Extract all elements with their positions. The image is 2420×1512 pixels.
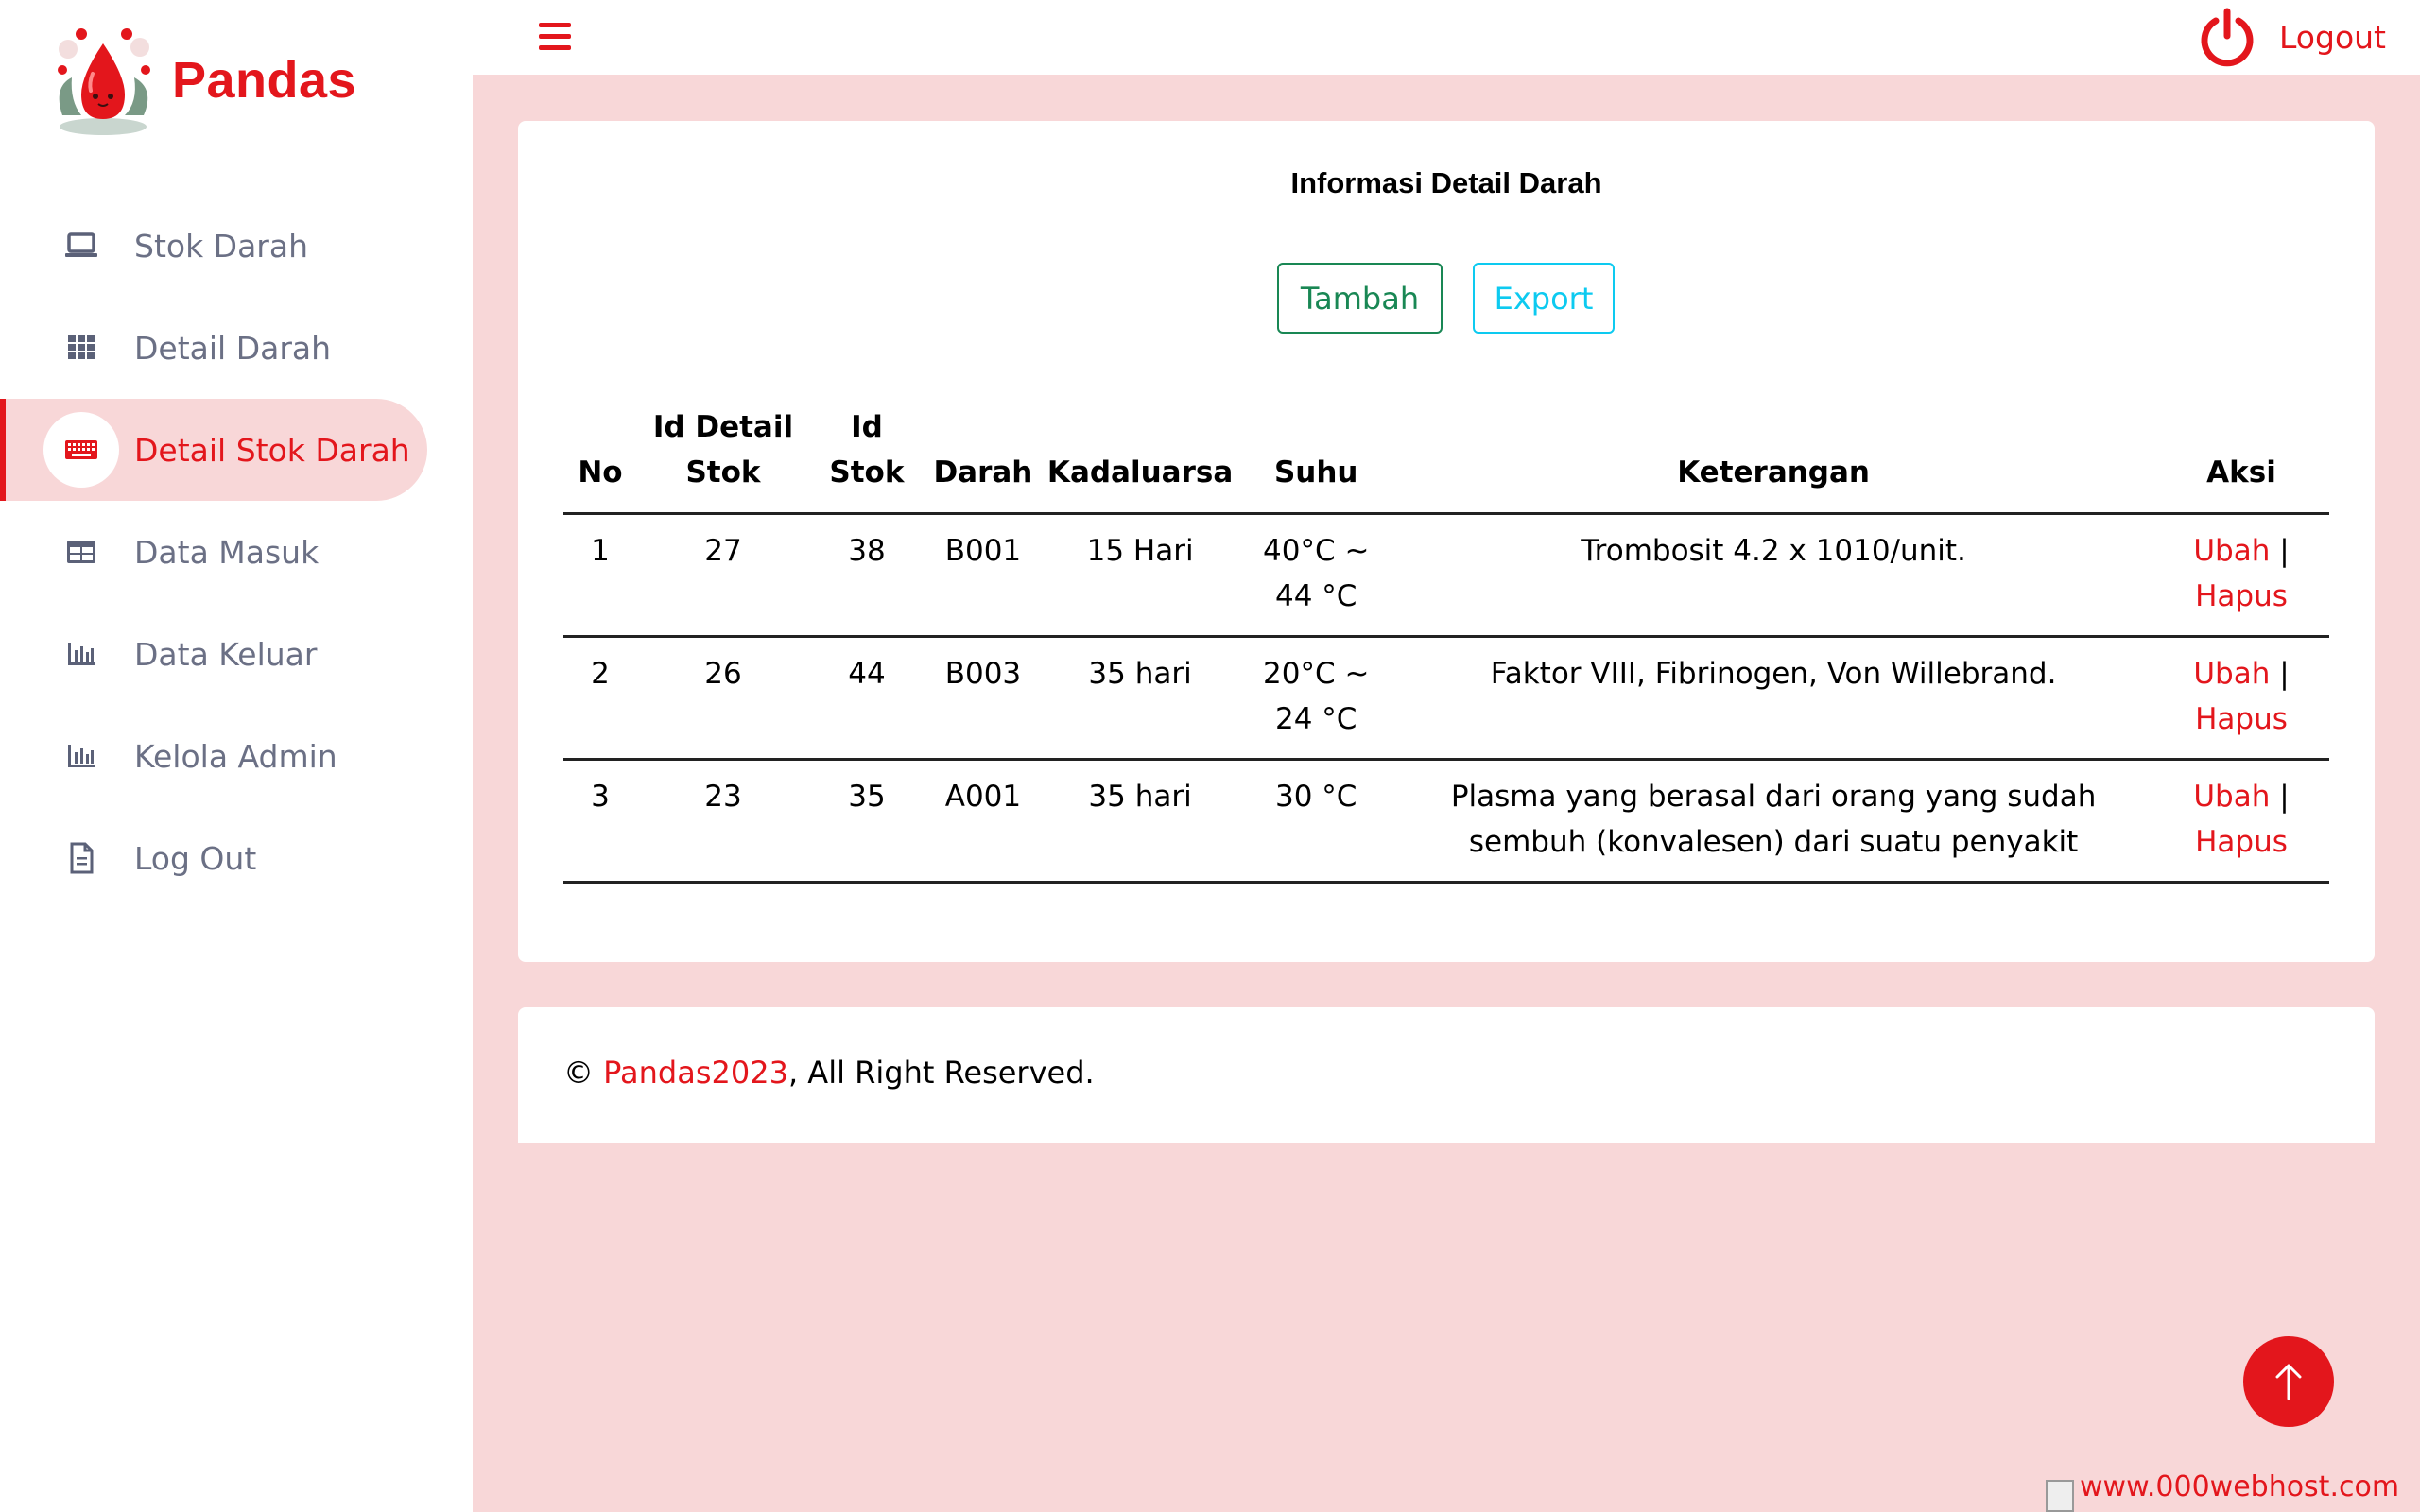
cell-kadaluarsa: 15 Hari <box>1041 513 1239 638</box>
blood-drop-logo <box>43 21 163 140</box>
cell-id-detail: 26 <box>636 636 809 761</box>
cell-no: 2 <box>563 636 637 761</box>
column-header[interactable]: No <box>563 404 637 515</box>
cell-suhu: 20°C ~ 24 °C <box>1238 636 1394 761</box>
table-header-row: No Id Detail Stok Id Stok Darah Kadaluar… <box>563 404 2329 515</box>
cell-id-detail: 27 <box>636 513 809 638</box>
cell-no: 1 <box>563 513 637 638</box>
table-row: 1 27 38 B001 15 Hari 40°C ~ 44 °C Trombo… <box>563 513 2329 638</box>
back-to-top-button[interactable] <box>2243 1336 2334 1427</box>
cell-keterangan: Trombosit 4.2 x 1010/unit. <box>1393 513 2153 638</box>
sidebar-item-data-masuk[interactable]: Data Masuk <box>0 501 473 603</box>
sidebar: Pandas Stok Darah Detail Darah Detail St… <box>0 0 473 1512</box>
logout-label: Logout <box>2279 18 2386 56</box>
cell-suhu: 40°C ~ 44 °C <box>1238 513 1394 638</box>
cell-darah: A001 <box>924 759 1042 884</box>
export-button[interactable]: Export <box>1473 263 1615 334</box>
action-separator: | <box>2279 657 2290 691</box>
page-title: Informasi Detail Darah <box>1290 166 1602 199</box>
cell-id-detail: 23 <box>636 759 809 884</box>
cell-aksi: Ubah | Hapus <box>2152 513 2329 638</box>
broken-image-icon <box>2046 1480 2074 1512</box>
footer-rights: , All Right Reserved. <box>787 1055 1095 1091</box>
tambah-button[interactable]: Tambah <box>1277 263 1443 334</box>
footer: © Pandas2023, All Right Reserved. <box>518 1007 2375 1143</box>
webhost-badge[interactable]: www.000webhost.com <box>2046 1470 2399 1512</box>
column-header[interactable]: Darah <box>924 404 1042 515</box>
bar-chart-icon <box>43 616 119 692</box>
sidebar-item-label: Detail Stok Darah <box>134 431 410 469</box>
sidebar-item-stok-darah[interactable]: Stok Darah <box>0 195 473 297</box>
sidebar-item-detail-darah[interactable]: Detail Darah <box>0 297 473 399</box>
laptop-icon <box>43 208 119 284</box>
brand[interactable]: Pandas <box>43 21 356 140</box>
action-separator: | <box>2279 780 2290 814</box>
table-row: 3 23 35 A001 35 hari 30 °C Plasma yang b… <box>563 759 2329 884</box>
sidebar-item-log-out[interactable]: Log Out <box>0 807 473 909</box>
column-header[interactable]: Kadaluarsa <box>1041 404 1239 515</box>
cell-id-stok: 35 <box>808 759 925 884</box>
hapus-link[interactable]: Hapus <box>2195 702 2288 736</box>
copyright-symbol: © <box>563 1055 594 1091</box>
ubah-link[interactable]: Ubah <box>2193 534 2270 568</box>
sidebar-item-detail-stok-darah[interactable]: Detail Stok Darah <box>0 399 473 501</box>
document-icon <box>43 820 119 896</box>
footer-brand-link[interactable]: Pandas2023 <box>603 1055 788 1091</box>
detail-stok-card: Informasi Detail Darah Tambah Export No … <box>518 121 2375 962</box>
logout-button[interactable]: Logout <box>2196 6 2386 68</box>
power-icon <box>2201 8 2254 67</box>
detail-stok-table: No Id Detail Stok Id Stok Darah Kadaluar… <box>563 404 2329 884</box>
cell-id-stok: 38 <box>808 513 925 638</box>
cell-kadaluarsa: 35 hari <box>1041 636 1239 761</box>
hapus-link[interactable]: Hapus <box>2195 825 2288 859</box>
sidebar-item-label: Data Keluar <box>134 635 318 673</box>
bar-chart-icon <box>43 718 119 794</box>
sidebar-item-label: Log Out <box>134 839 257 877</box>
hamburger-menu-icon[interactable] <box>539 23 571 51</box>
cell-aksi: Ubah | Hapus <box>2152 636 2329 761</box>
action-separator: | <box>2279 534 2290 568</box>
column-header[interactable]: Aksi <box>2152 404 2329 515</box>
brand-name: Pandas <box>172 52 357 109</box>
cell-keterangan: Plasma yang berasal dari orang yang suda… <box>1393 759 2153 884</box>
table-icon <box>43 514 119 590</box>
sidebar-item-data-keluar[interactable]: Data Keluar <box>0 603 473 705</box>
sidebar-item-label: Stok Darah <box>134 227 309 265</box>
ubah-link[interactable]: Ubah <box>2193 657 2270 691</box>
cell-darah: B001 <box>924 513 1042 638</box>
cell-darah: B003 <box>924 636 1042 761</box>
sidebar-nav: Stok Darah Detail Darah Detail Stok Dara… <box>0 195 473 909</box>
cell-keterangan: Faktor VIII, Fibrinogen, Von Willebrand. <box>1393 636 2153 761</box>
sidebar-item-kelola-admin[interactable]: Kelola Admin <box>0 705 473 807</box>
cell-kadaluarsa: 35 hari <box>1041 759 1239 884</box>
table-row: 2 26 44 B003 35 hari 20°C ~ 24 °C Faktor… <box>563 636 2329 761</box>
cell-suhu: 30 °C <box>1238 759 1394 884</box>
sidebar-item-label: Detail Darah <box>134 329 332 367</box>
column-header[interactable]: Id Stok <box>808 404 925 515</box>
arrow-up-icon <box>2275 1364 2302 1400</box>
cell-no: 3 <box>563 759 637 884</box>
grid-icon <box>43 310 119 386</box>
webhost-text: www.000webhost.com <box>2080 1470 2400 1503</box>
column-header[interactable]: Suhu <box>1238 404 1394 515</box>
hapus-link[interactable]: Hapus <box>2195 579 2288 613</box>
column-header[interactable]: Keterangan <box>1393 404 2153 515</box>
sidebar-item-label: Kelola Admin <box>134 737 337 775</box>
top-navbar: Logout <box>473 0 2420 75</box>
cell-id-stok: 44 <box>808 636 925 761</box>
column-header[interactable]: Id Detail Stok <box>636 404 809 515</box>
ubah-link[interactable]: Ubah <box>2193 780 2270 814</box>
cell-aksi: Ubah | Hapus <box>2152 759 2329 884</box>
copyright-text: © Pandas2023, All Right Reserved. <box>563 1055 1095 1091</box>
sidebar-item-label: Data Masuk <box>134 533 320 571</box>
keyboard-icon <box>43 412 119 488</box>
